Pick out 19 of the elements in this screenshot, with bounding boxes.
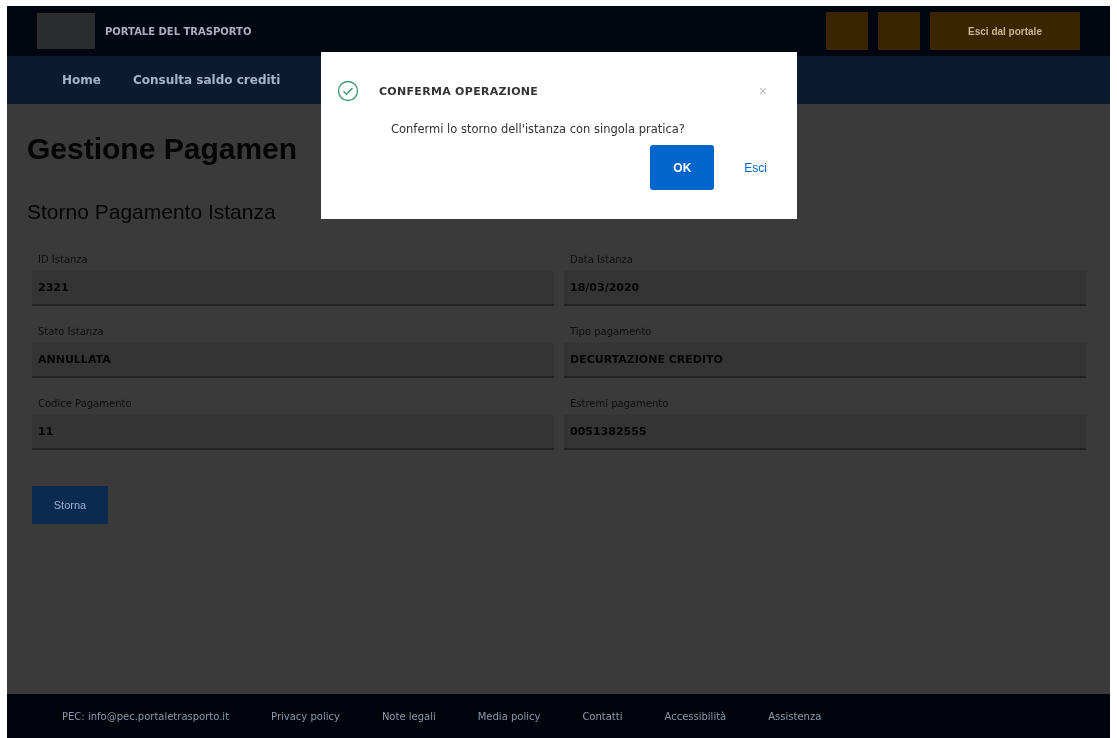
header-button[interactable] xyxy=(826,12,868,50)
footer-link[interactable]: Media policy xyxy=(477,710,541,722)
cancel-button[interactable]: Esci xyxy=(744,160,767,175)
footer-link[interactable]: Note legali xyxy=(381,710,436,722)
header-button[interactable] xyxy=(878,12,920,50)
footer-link[interactable]: PEC: info@pec.portaletrasporto.it xyxy=(62,710,230,722)
header-button[interactable]: Esci dal portale xyxy=(930,12,1080,50)
storna-button[interactable]: Storna xyxy=(32,486,108,524)
check-circle-icon xyxy=(337,80,359,102)
dialog-message: Confermi lo storno dell'istanza con singola pratica? xyxy=(391,122,686,136)
footer-link[interactable]: Assistenza xyxy=(768,710,822,722)
nav-link[interactable]: Home xyxy=(62,73,101,87)
portal-title: PORTALE DEL TRASPORTO xyxy=(105,25,252,37)
ok-button[interactable]: OK xyxy=(650,145,715,190)
footer-link[interactable]: Accessibilità xyxy=(664,710,727,722)
footer-link[interactable]: Contatti xyxy=(582,710,623,722)
footer-link[interactable]: Privacy policy xyxy=(271,710,340,722)
dialog-title: CONFERMA OPERAZIONE xyxy=(379,84,540,98)
nav-link[interactable]: Consulta saldo crediti xyxy=(132,73,281,87)
